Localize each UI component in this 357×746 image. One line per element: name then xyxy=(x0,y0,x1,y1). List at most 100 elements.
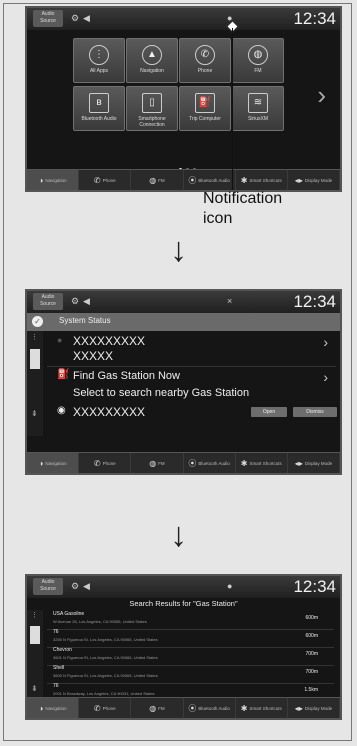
bottom-bar-icon: ◂▸ xyxy=(294,175,303,185)
bottom-bar-icon: ✱ xyxy=(240,458,248,468)
bottom-bar-icon: ◍ xyxy=(149,458,157,468)
result-distance: 600m xyxy=(305,633,318,639)
check-icon: ✓ xyxy=(32,316,43,327)
bottom-bar-fm[interactable]: ◍ FM xyxy=(131,698,184,718)
scrollbar[interactable]: ⋮ ⇟ xyxy=(27,610,43,700)
gas-station-icon: ⛽ xyxy=(57,369,70,380)
notification-item-1-sub: XXXXX xyxy=(73,349,114,363)
bottom-bar-label: Display Mode xyxy=(304,705,333,711)
close-icon[interactable]: × xyxy=(227,295,232,307)
bottom-bar-phone[interactable]: ✆ Phone xyxy=(79,453,132,473)
tile-fm[interactable]: ◍ FM xyxy=(232,38,284,83)
bottom-bar-smart-shortcuts[interactable]: ✱ Smart Shortcuts xyxy=(236,698,288,718)
bottom-bar-smart-shortcuts[interactable]: ✱ Smart Shortcuts xyxy=(236,453,288,473)
bottom-bar-phone[interactable]: ✆ Phone xyxy=(79,170,132,190)
bottom-bar-label: Phone xyxy=(102,460,116,466)
bottom-bar-bluetooth-audio[interactable]: ⦿ Bluetooth Audio xyxy=(184,170,236,190)
chevron-right-icon[interactable]: › xyxy=(323,369,328,385)
system-status-header: ✓ System Status xyxy=(27,313,340,331)
bottom-bar-icon: ◍ xyxy=(149,703,157,713)
find-gas-station-title[interactable]: Find Gas Station Now xyxy=(73,370,180,382)
bottom-bar-phone[interactable]: ✆ Phone xyxy=(79,698,132,718)
tile-icon: ⛽ xyxy=(195,93,215,113)
scrollbar[interactable]: ⋮ ⇟ xyxy=(27,331,43,436)
bottom-bar-label: FM xyxy=(158,177,165,183)
search-result-row[interactable]: Chevron 3601 N Figueroa St, Los Angeles, … xyxy=(47,646,334,666)
settings-icon[interactable]: ⚙ xyxy=(71,295,79,307)
tile-label: All Apps xyxy=(89,68,109,74)
tile-smartphone-connection[interactable]: ▯ Smartphone Connection xyxy=(126,86,178,131)
bottom-bar-fm[interactable]: ◍ FM xyxy=(131,453,184,473)
chevron-right-icon[interactable]: › xyxy=(323,334,328,350)
tile-label: Smartphone Connection xyxy=(138,116,166,128)
tile-label: Bluetooth Audio xyxy=(81,116,117,122)
result-address: W Avenue 26, Los Angeles, CA 90065, Unit… xyxy=(53,619,147,624)
next-page-arrow[interactable]: › xyxy=(317,80,326,111)
bottom-bar-display-mode[interactable]: ◂▸ Display Mode xyxy=(288,698,340,718)
bottom-bar-navigation[interactable]: ◑ Navigation xyxy=(27,170,80,190)
bottom-bar-bluetooth-audio[interactable]: ⦿ Bluetooth Audio xyxy=(184,453,236,473)
tile-icon: ⋮ xyxy=(89,45,109,65)
bottom-bar-bluetooth-audio[interactable]: ⦿ Bluetooth Audio xyxy=(184,698,236,718)
bottom-bar-label: Navigation xyxy=(45,177,67,183)
tile-all-apps[interactable]: ⋮ All Apps xyxy=(73,38,125,83)
dismiss-button[interactable]: Dismiss xyxy=(293,407,337,417)
tile-label: Phone xyxy=(197,68,213,74)
tile-navigation[interactable]: ▲ Navigation xyxy=(126,38,178,83)
open-button[interactable]: Open xyxy=(251,407,287,417)
flow-arrow-1: ↓ xyxy=(170,231,187,269)
callout-label: Notification icon xyxy=(203,190,283,227)
search-result-row[interactable]: USA Gasoline W Avenue 26, Los Angeles, CA… xyxy=(47,610,334,630)
volume-icon: ◀ xyxy=(83,13,90,23)
bottom-bar-display-mode[interactable]: ◂▸ Display Mode xyxy=(288,170,340,190)
bottom-bar-smart-shortcuts[interactable]: ✱ Smart Shortcuts xyxy=(236,170,288,190)
bottom-bar-icon: ✆ xyxy=(93,175,101,185)
tile-phone[interactable]: ✆ Phone xyxy=(179,38,231,83)
bottom-bar-icon: ◍ xyxy=(149,175,157,185)
system-status-screen: Audio Source ⚙ ◀ × 12:34 ✓ System Status… xyxy=(25,289,342,475)
tile-icon: ≋ xyxy=(248,93,268,113)
settings-icon[interactable]: ⚙ xyxy=(71,12,79,24)
bottom-bar-navigation[interactable]: ◑ Navigation xyxy=(27,698,80,718)
callout-line xyxy=(232,28,233,190)
clock: 12:34 xyxy=(293,9,336,28)
settings-icon[interactable]: ⚙ xyxy=(71,580,79,592)
bottom-bar-label: Navigation xyxy=(45,460,67,466)
find-gas-station-sub: Select to search nearby Gas Station xyxy=(73,387,250,399)
bottom-bar-label: FM xyxy=(158,705,165,711)
bottom-bar-icon: ⦿ xyxy=(188,458,197,468)
bottom-bar: ◑ Navigation ✆ Phone ◍ FM ⦿ Bluetooth Audio ✱ Sma… xyxy=(27,697,340,718)
bottom-bar-label: Bluetooth Audio xyxy=(198,705,230,711)
search-result-row[interactable]: 76 3250 N Figueroa St, Los Angeles, CA 90… xyxy=(47,628,334,648)
audio-source-button[interactable]: Audio Source xyxy=(33,293,63,310)
home-screen: Audio Source ⚙ ◀ ● 12:34 ⋮ All Apps ▲ Navig… xyxy=(25,6,342,192)
notification-dot-icon: ● xyxy=(57,335,63,345)
bottom-bar-icon: ◂▸ xyxy=(294,703,303,713)
volume-icon: ◀ xyxy=(83,296,90,306)
notification-item-1-title[interactable]: XXXXXXXXX xyxy=(73,334,145,348)
bottom-bar-fm[interactable]: ◍ FM xyxy=(131,170,184,190)
bottom-bar-display-mode[interactable]: ◂▸ Display Mode xyxy=(288,453,340,473)
result-address: 2001 N Broadway, Los Angeles, CA 90031, … xyxy=(53,691,155,696)
search-result-row[interactable]: Shell 3600 N Figueroa St, Los Angeles, CA… xyxy=(47,664,334,684)
audio-source-button[interactable]: Audio Source xyxy=(33,578,63,595)
bottom-bar-icon: ✆ xyxy=(93,458,101,468)
notification-item-3-title[interactable]: XXXXXXXXX xyxy=(73,405,145,419)
tile-trip-computer[interactable]: ⛽ Trip Computer xyxy=(179,86,231,131)
notification-icon[interactable]: ● xyxy=(227,580,232,592)
bottom-bar: ◑ Navigation ✆ Phone ◍ FM ⦿ Bluetooth Audio ✱ Sma… xyxy=(27,169,340,190)
bottom-bar-label: Navigation xyxy=(45,705,67,711)
bottom-bar-label: FM xyxy=(158,460,165,466)
flow-arrow-2: ↓ xyxy=(170,516,187,554)
bottom-bar-icon: ✱ xyxy=(240,175,248,185)
bottom-bar-label: Smart Shortcuts xyxy=(249,705,282,711)
audio-source-button[interactable]: Audio Source xyxy=(33,10,63,27)
tile-bluetooth-audio[interactable]: ʙ Bluetooth Audio xyxy=(73,86,125,131)
status-bar: Audio Source ⚙ ◀ ● 12:34 xyxy=(27,8,340,30)
result-distance: 600m xyxy=(305,615,318,621)
bottom-bar-navigation[interactable]: ◑ Navigation xyxy=(27,453,80,473)
bottom-bar-label: Display Mode xyxy=(304,460,333,466)
tile-siriusxm[interactable]: ≋ SiriusXM xyxy=(232,86,284,131)
tile-label: Trip Computer xyxy=(189,116,221,122)
bottom-bar-label: Smart Shortcuts xyxy=(249,460,282,466)
